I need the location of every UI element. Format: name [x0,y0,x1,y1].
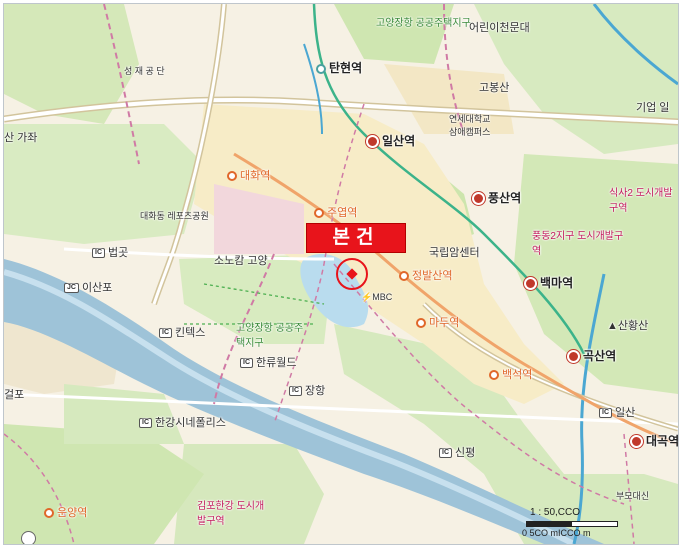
ic-ilsan-label: 일산 [615,407,636,419]
station-tanhyeon-label: 탄현역 [329,61,363,75]
ic-hangang-label: 한강시네폴리스 [155,417,226,429]
label-seongjae: 성 재 공 단 [124,66,165,76]
station-dot-icon [399,271,409,282]
station-pungsan[interactable]: 풍산역 [472,189,521,206]
label-sonokam: 소노캄 고양 [214,255,268,267]
station-daegok-label: 대곡역 [646,434,679,448]
ic-janghang-label: 장항 [305,385,326,397]
ic-kintex[interactable]: IC 킨텍스 [159,324,205,340]
station-dot-icon [227,171,237,182]
label-sanhwangsan-text: 산황산 [617,320,649,332]
station-baekma-label: 백마역 [540,276,574,290]
label-bugmaeul: 부모대신 [616,491,650,501]
label-geolpo: 걸포 [4,389,25,401]
ic-badge-icon: IC [289,386,302,397]
ic-badge-icon: IC [139,418,152,429]
station-dot-icon [524,277,537,291]
ic-ilsanpo[interactable]: JC 이산포 [64,279,112,295]
ic-ilsan[interactable]: IC 일산 [599,404,635,420]
label-gimpo-green: 김포한강 도시개발구역 [197,501,265,527]
ic-beopgot-label: 법곳 [108,247,129,259]
station-baekseok[interactable]: 백석역 [489,366,532,382]
station-unyang[interactable]: 운양역 [44,504,87,520]
mountain-icon: ▲ [607,320,618,332]
station-jeongbalsan[interactable]: 정발산역 [399,267,452,283]
label-gukrip: 국립암센터 [429,247,480,259]
ic-hanryu[interactable]: IC 한류월드 [240,354,296,370]
station-daehwa-label: 대화역 [240,170,271,182]
station-dot-icon [567,350,580,364]
map-frame: 고양장항 공공주택지구 어린이천문대 성 재 공 단 고봉산 기업 일 탄현역 … [3,3,679,545]
ic-ilsanpo-label: 이산포 [81,282,113,294]
station-madu[interactable]: 마두역 [416,314,459,330]
station-baekseok-label: 백석역 [502,369,533,381]
station-madu-label: 마두역 [429,317,460,329]
station-dot-icon [366,135,379,149]
station-daegok[interactable]: 대곡역 [630,432,679,449]
station-jeongbalsan-label: 정발산역 [412,270,453,282]
ic-badge-icon: IC [92,248,105,259]
scale-bar: 1 : 50,CCO 0 5CO mICCO m [522,507,622,541]
label-yonsei: 연세대학교 삼애캠퍼스 [449,114,491,137]
station-daehwa[interactable]: 대화역 [227,167,270,183]
label-goyang-green-north: 고양장항 공공주택지구 [376,18,471,29]
label-gajwa: 산 가좌 [4,132,38,144]
station-juyeop[interactable]: 주엽역 [314,204,357,220]
label-gobongsan: 고봉산 [479,82,510,94]
label-jungdong: 풍동2지구 도시개발구역 [532,231,624,257]
label-eorini[interactable]: 어린이천문대 [469,19,530,35]
label-mbc: ⚡MBC [361,292,392,303]
station-dot-icon [316,63,326,74]
station-unyang-label: 운양역 [57,507,88,519]
station-dot-icon [44,508,54,519]
station-goksan-label: 곡산역 [583,349,617,363]
label-giup: 기업 일 [636,102,670,114]
compass-icon[interactable] [21,531,36,544]
station-dot-icon [416,318,426,329]
ic-sinpyeong-label: 신평 [455,447,476,459]
ic-hangang[interactable]: IC 한강시네폴리스 [139,414,226,430]
subject-property-marker[interactable]: 본건 [306,223,406,253]
label-daehwa-park: 대화동 레포츠공원 [140,211,209,221]
scale-bar-graphic [526,521,618,527]
station-dot-icon [314,208,324,219]
ic-kintex-label: 킨텍스 [175,327,206,339]
ic-hanryu-label: 한류월드 [256,357,297,369]
station-dot-icon [472,192,485,206]
station-dot-icon [489,370,499,381]
broadcast-tower-icon: ⚡ [361,292,373,302]
station-goksan[interactable]: 곡산역 [567,347,616,364]
station-pungsan-label: 풍산역 [488,191,522,205]
ic-beopgot[interactable]: IC 법곳 [92,244,128,260]
station-juyeop-label: 주엽역 [327,207,358,219]
station-ilsan[interactable]: 일산역 [366,132,415,149]
ic-badge-icon: IC [240,358,253,369]
scale-ratio: 1 : 50,CCO [530,507,581,518]
map-canvas[interactable] [4,4,678,544]
station-ilsan-label: 일산역 [382,134,416,148]
label-sanhwangsan: ▲산황산 [607,317,648,333]
ic-janghang[interactable]: IC 장항 [289,382,325,398]
ic-badge-icon: IC [439,448,452,459]
station-baekma[interactable]: 백마역 [524,274,573,291]
label-sikmun: 식사2 도시개발구역 [609,188,673,214]
station-dot-icon [630,435,643,449]
ic-badge-icon: IC [599,408,612,419]
ic-badge-icon: JC [64,283,79,294]
label-gyeonghui-green: 고양장항 공공주택지구 [236,323,304,349]
station-tanhyeon[interactable]: 탄현역 [316,59,362,76]
scale-legend: 0 5CO mICCO m [522,528,591,538]
label-mbc-text: MBC [372,292,393,302]
ic-badge-icon: IC [159,328,172,339]
ic-sinpyeong[interactable]: IC 신평 [439,444,475,460]
